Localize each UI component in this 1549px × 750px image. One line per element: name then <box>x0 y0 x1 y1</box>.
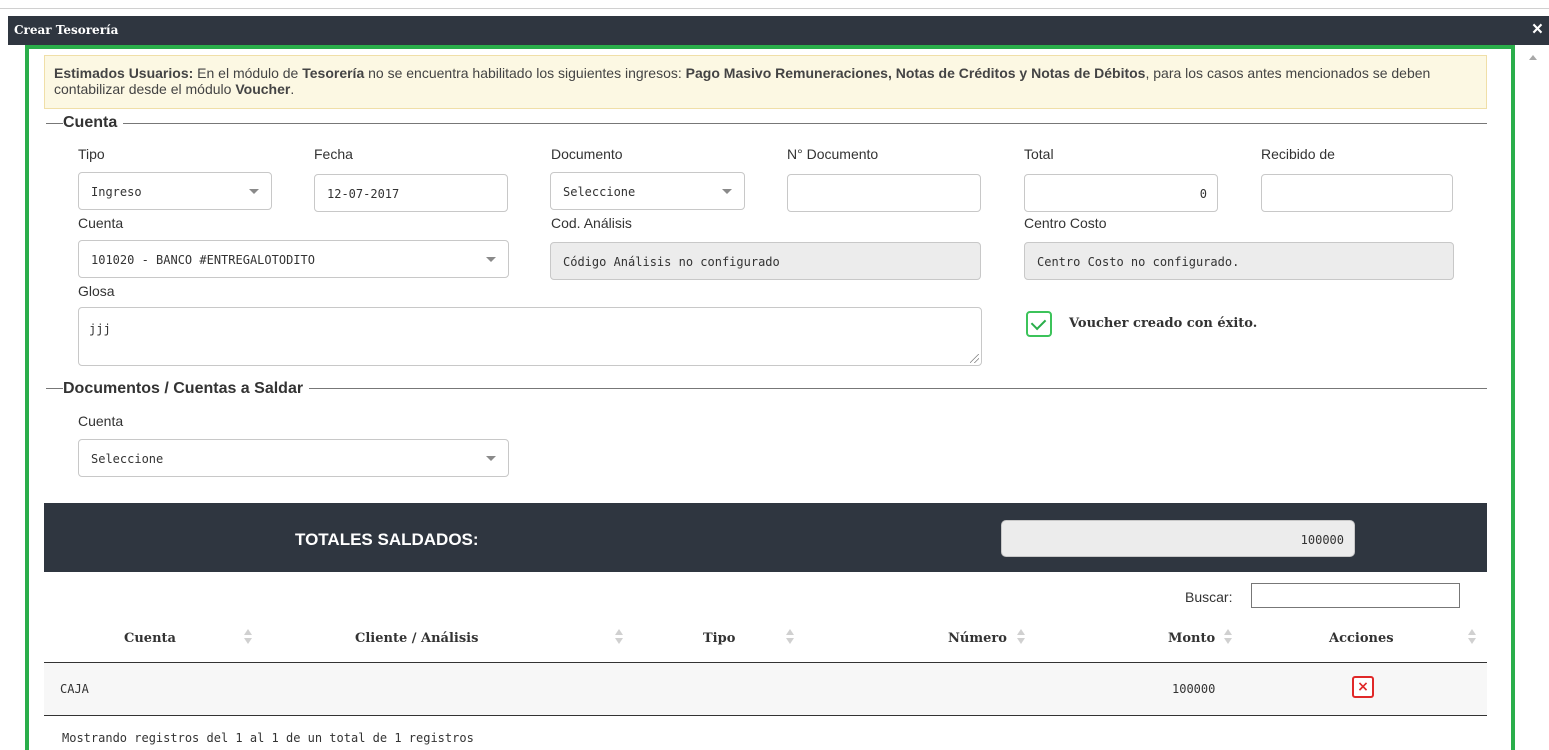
chevron-down-icon <box>486 257 496 262</box>
search-input[interactable] <box>1251 583 1460 608</box>
chevron-down-icon <box>249 189 259 194</box>
cod-analisis-input: Código Análisis no configurado <box>550 242 981 280</box>
sort-icon[interactable] <box>786 629 794 645</box>
sort-icon[interactable] <box>244 629 252 645</box>
fieldset-line <box>46 388 61 389</box>
table-info: Mostrando registros del 1 al 1 de un tot… <box>62 731 474 745</box>
voucher-success-message: Voucher creado con éxito. <box>1069 316 1258 331</box>
sort-icon[interactable] <box>1224 629 1232 645</box>
th-cliente-analisis[interactable]: Cliente / Análisis <box>355 631 478 646</box>
th-numero[interactable]: Número <box>948 631 1007 646</box>
chevron-down-icon <box>722 189 732 194</box>
glosa-textarea[interactable]: jjj <box>78 307 982 366</box>
check-icon <box>1026 311 1052 337</box>
cuenta-label: Cuenta <box>78 215 124 231</box>
delete-row-button[interactable]: × <box>1352 676 1374 698</box>
docs-cuenta-select[interactable]: Seleccione <box>78 439 509 477</box>
centro-costo-input: Centro Costo no configurado. <box>1024 242 1454 280</box>
warning-notice: Estimados Usuarios: En el módulo de Teso… <box>44 55 1487 109</box>
table-row: CAJA 100000 × <box>44 663 1487 716</box>
cell-cuenta: CAJA <box>60 682 89 696</box>
centro-costo-label: Centro Costo <box>1024 215 1107 231</box>
totals-label: TOTALES SALDADOS: <box>295 530 479 549</box>
total-label: Total <box>1024 146 1054 162</box>
total-input[interactable]: 0 <box>1024 174 1218 212</box>
search-label: Buscar: <box>1185 589 1233 605</box>
sort-icon[interactable] <box>1017 629 1025 645</box>
fieldset-line <box>61 123 1487 124</box>
close-icon[interactable]: × <box>1532 19 1543 41</box>
top-border <box>0 0 1549 9</box>
n-documento-label: N° Documento <box>787 146 879 162</box>
totals-value-input: 100000 <box>1001 520 1355 557</box>
fecha-label: Fecha <box>314 146 353 162</box>
th-acciones[interactable]: Acciones <box>1329 631 1394 646</box>
cell-monto: 100000 <box>1172 682 1216 696</box>
docs-cuenta-label: Cuenta <box>78 413 124 429</box>
documento-select[interactable]: Seleccione <box>550 172 745 210</box>
fieldset-line <box>46 123 61 124</box>
glosa-label: Glosa <box>78 283 115 299</box>
cod-analisis-label: Cod. Análisis <box>551 215 632 231</box>
recibido-de-label: Recibido de <box>1261 146 1335 162</box>
modal-header: Crear Tesorería × <box>8 16 1549 45</box>
documento-label: Documento <box>551 146 623 162</box>
cuenta-legend: Cuenta <box>63 114 124 132</box>
documentos-legend: Documentos / Cuentas a Saldar <box>63 380 310 398</box>
totals-bar: TOTALES SALDADOS: 100000 <box>44 503 1487 572</box>
vertical-scrollbar[interactable] <box>1520 45 1549 746</box>
sort-icon[interactable] <box>615 629 623 645</box>
modal-title: Crear Tesorería <box>14 23 119 37</box>
n-documento-input[interactable] <box>787 174 981 212</box>
chevron-down-icon <box>486 456 496 461</box>
th-cuenta[interactable]: Cuenta <box>124 631 176 646</box>
sort-icon[interactable] <box>1468 629 1476 645</box>
th-tipo[interactable]: Tipo <box>703 631 735 646</box>
tipo-select[interactable]: Ingreso <box>78 172 272 210</box>
th-monto[interactable]: Monto <box>1168 631 1215 646</box>
delete-icon: × <box>1357 679 1369 695</box>
tipo-label: Tipo <box>78 146 105 162</box>
recibido-de-input[interactable] <box>1261 174 1453 212</box>
resize-handle-icon[interactable] <box>970 354 979 363</box>
cuenta-select[interactable]: 101020 - BANCO #ENTREGALOTODITO <box>78 240 509 278</box>
scroll-up-arrow-icon[interactable] <box>1529 55 1537 60</box>
fecha-input[interactable]: 12-07-2017 <box>314 174 508 212</box>
